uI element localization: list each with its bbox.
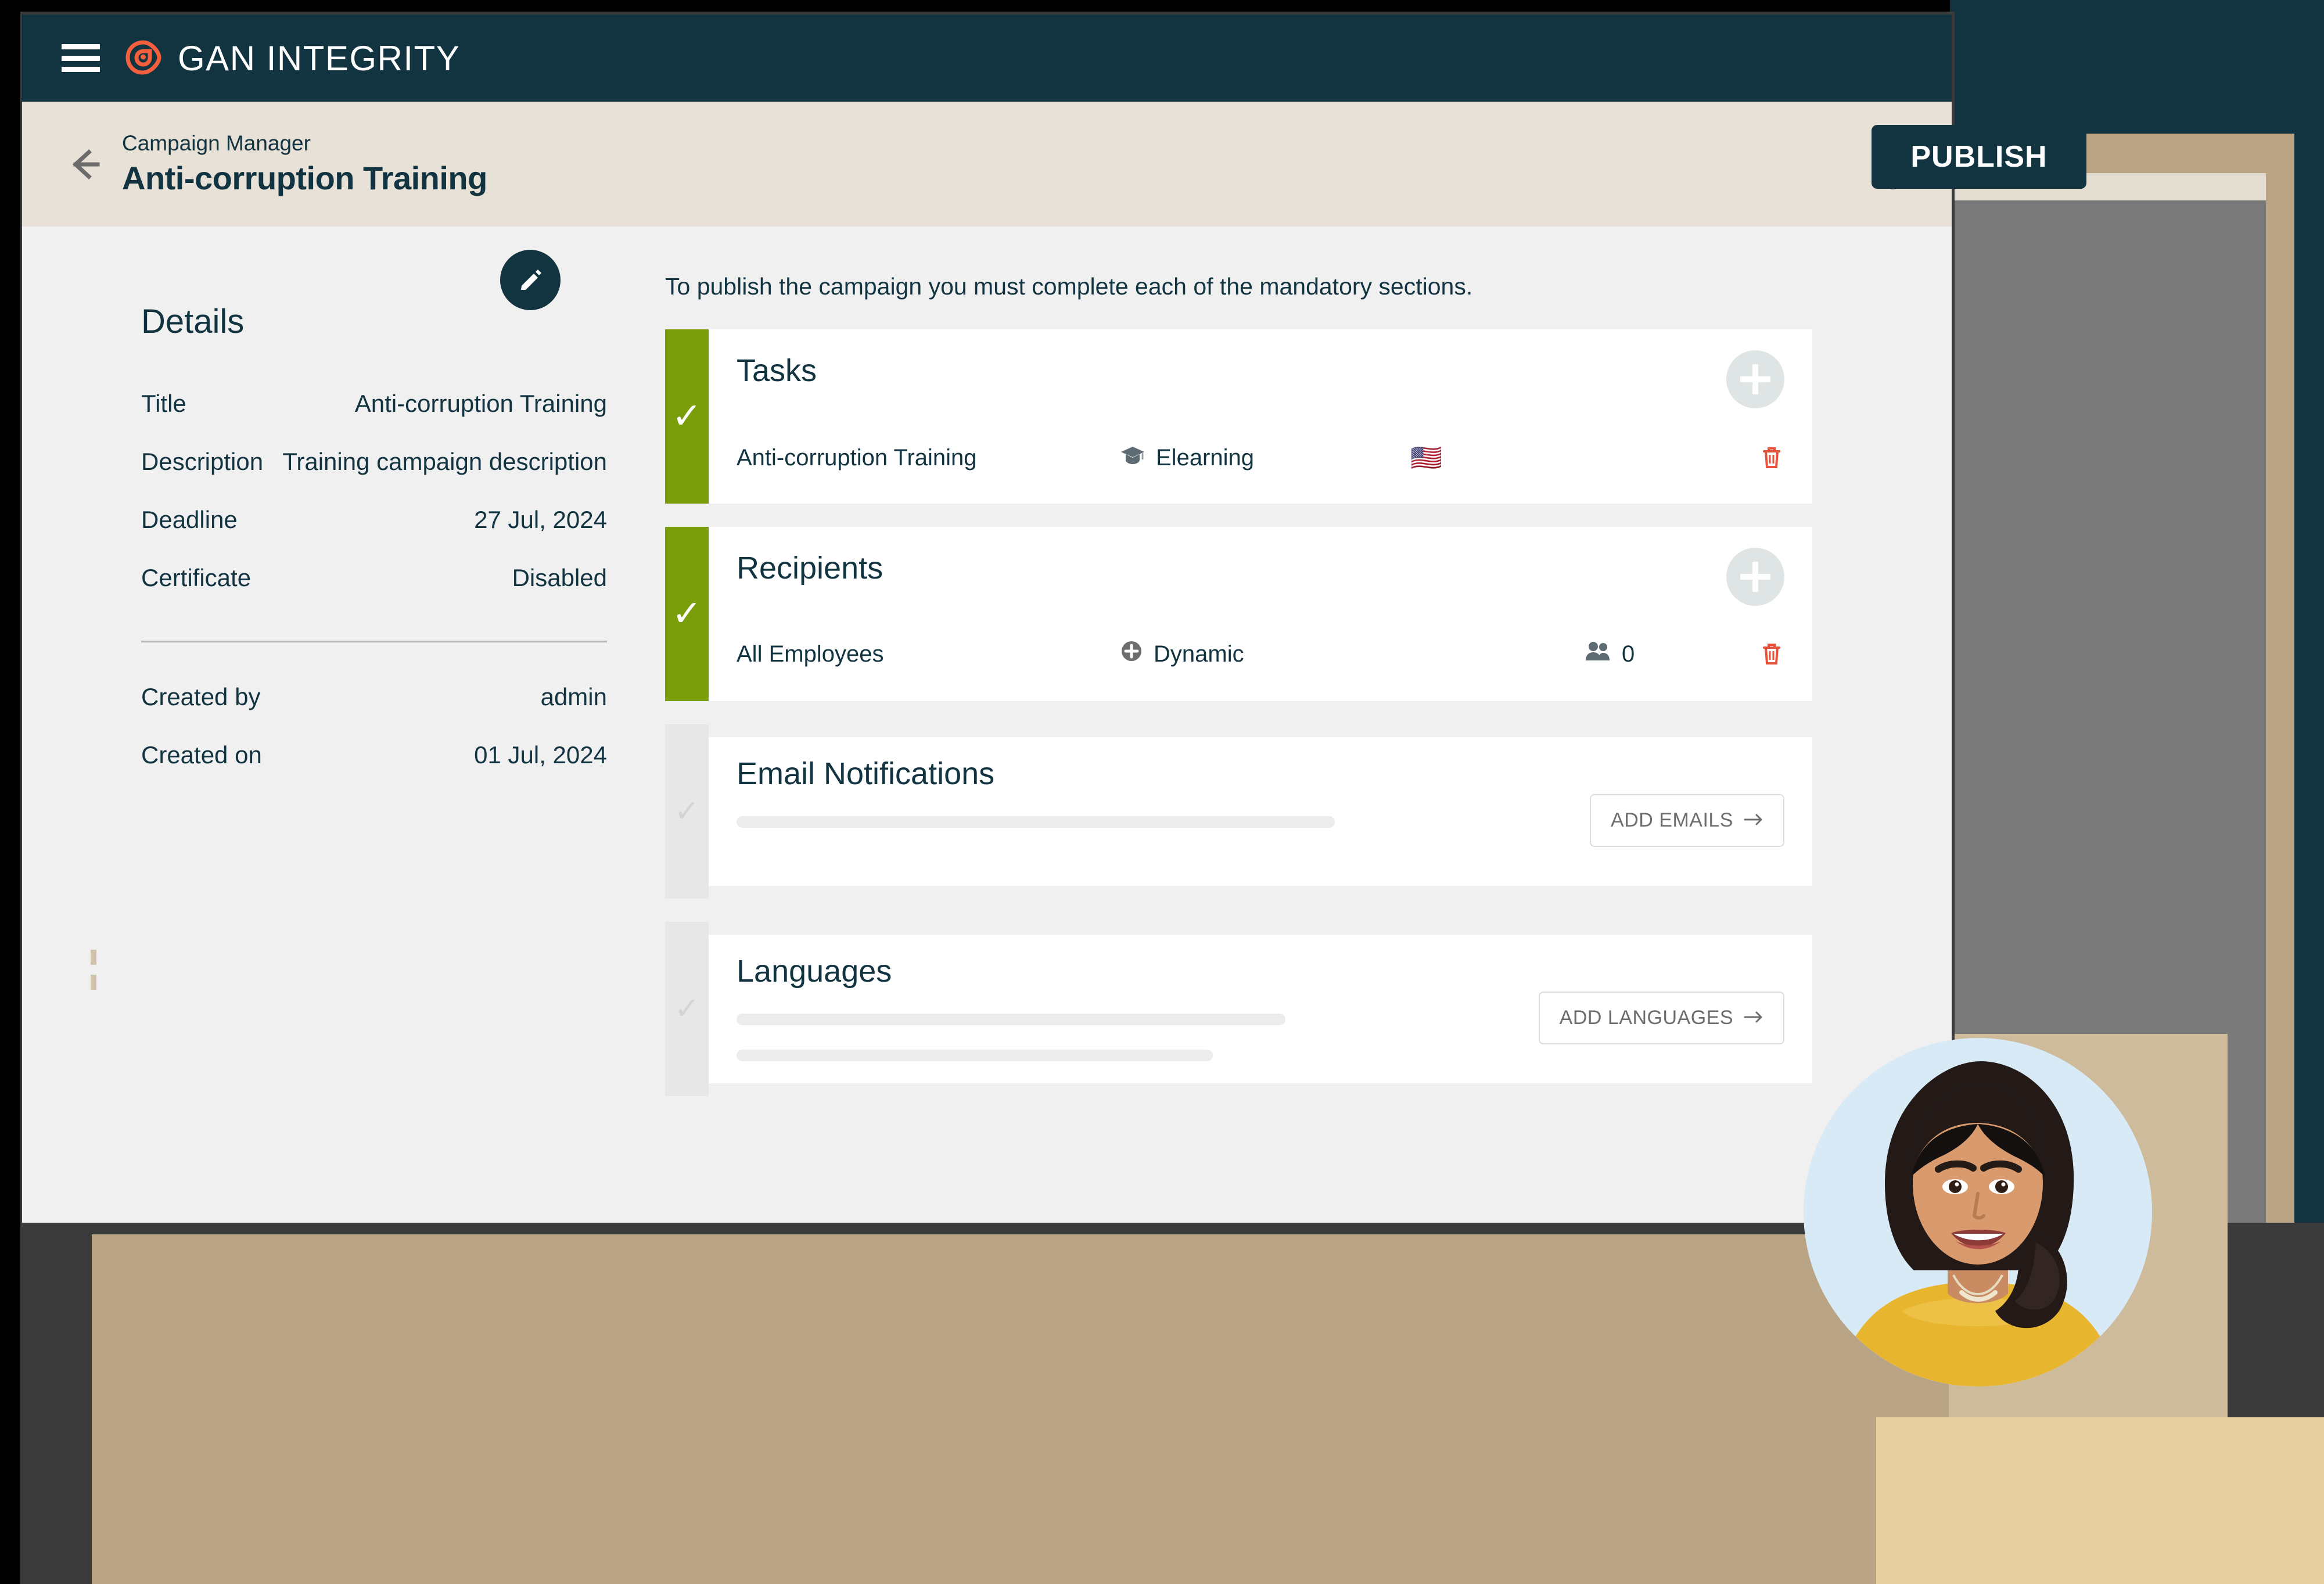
detail-row-certificate: Certificate Disabled	[141, 549, 607, 607]
detail-row-created-on: Created on 01 Jul, 2024	[141, 726, 607, 784]
detail-label: Certificate	[141, 564, 252, 591]
arrow-right-icon	[1744, 1007, 1763, 1029]
detail-value: 27 Jul, 2024	[474, 506, 607, 533]
add-languages-button[interactable]: ADD LANGUAGES	[1538, 992, 1784, 1044]
plus-circle-filled-icon	[1120, 640, 1143, 669]
placeholder-line	[737, 816, 1335, 828]
check-icon: ✓	[674, 795, 700, 828]
section-card-tasks: ✓ Tasks Anti-corruption Training Elearni…	[665, 329, 1812, 504]
recipient-count: 0	[1585, 640, 1759, 669]
section-status-tasks: ✓	[665, 329, 709, 504]
page-header: Campaign Manager Anti-corruption Trainin…	[22, 102, 1952, 227]
section-title: Tasks	[737, 353, 817, 388]
trash-icon	[1763, 447, 1780, 468]
add-emails-label: ADD EMAILS	[1611, 809, 1733, 831]
scroll-tick	[91, 950, 96, 965]
arrow-right-icon	[1744, 809, 1763, 832]
section-body-recipients: Recipients All Employees Dynamic 0	[709, 527, 1812, 701]
header-title-group: Campaign Manager Anti-corruption Trainin…	[122, 131, 487, 197]
brand-name-label: GAN INTEGRITY	[178, 38, 461, 78]
detail-value: 01 Jul, 2024	[474, 741, 607, 768]
task-type: Elearning	[1120, 442, 1410, 473]
details-divider	[141, 641, 607, 642]
section-status-recipients: ✓	[665, 527, 709, 701]
section-body-tasks: Tasks Anti-corruption Training Elearning…	[709, 329, 1812, 504]
detail-row-description: Description Training campaign descriptio…	[141, 433, 607, 491]
detail-row-title: Title Anti-corruption Training	[141, 375, 607, 433]
section-body-languages: Languages ADD LANGUAGES	[709, 935, 1812, 1083]
scroll-tick	[91, 975, 96, 990]
section-body-email-notifications: Email Notifications ADD EMAILS	[709, 737, 1812, 886]
task-name: Anti-corruption Training	[737, 444, 977, 470]
back-arrow-icon[interactable]	[63, 144, 103, 185]
breadcrumb[interactable]: Campaign Manager	[122, 131, 487, 156]
people-icon	[1585, 640, 1611, 669]
add-emails-button[interactable]: ADD EMAILS	[1590, 794, 1784, 847]
publish-button[interactable]: PUBLISH	[1872, 125, 2086, 189]
detail-label: Created by	[141, 683, 261, 710]
placeholder-line	[737, 1050, 1213, 1061]
publish-instruction: To publish the campaign you must complet…	[665, 273, 1473, 300]
table-row: Anti-corruption Training Elearning 🇺🇸	[737, 442, 1784, 497]
section-title: Recipients	[737, 551, 883, 586]
detail-value: Anti-corruption Training	[354, 390, 607, 417]
section-card-recipients: ✓ Recipients All Employees Dynamic 0	[665, 527, 1812, 701]
section-status-email-notifications: ✓	[665, 724, 709, 899]
top-navigation-bar: GAN INTEGRITY	[22, 15, 1952, 102]
page-title: Anti-corruption Training	[122, 160, 487, 196]
section-status-languages: ✓	[665, 922, 709, 1096]
gan-integrity-logo-icon	[124, 39, 163, 77]
decorative-tan-panel-bottom	[92, 1234, 2067, 1584]
check-icon: ✓	[671, 594, 702, 634]
hamburger-menu-icon[interactable]	[62, 44, 100, 72]
detail-label: Created on	[141, 741, 262, 768]
delete-recipient-button[interactable]	[1759, 641, 1784, 668]
task-type-label: Elearning	[1156, 444, 1255, 470]
detail-value: admin	[540, 683, 607, 710]
detail-row-created-by: Created by admin	[141, 668, 607, 726]
check-icon: ✓	[671, 396, 702, 436]
edit-details-button[interactable]	[500, 250, 561, 310]
detail-value: Training campaign description	[282, 448, 607, 475]
detail-label: Deadline	[141, 506, 238, 533]
add-task-button[interactable]	[1726, 350, 1784, 408]
detail-label: Title	[141, 390, 186, 417]
recipient-type-label: Dynamic	[1154, 641, 1244, 667]
decorative-tan-block-lower-right	[1876, 1417, 2324, 1584]
section-card-languages: ✓ Languages ADD LANGUAGES	[665, 922, 1812, 1096]
detail-row-deadline: Deadline 27 Jul, 2024	[141, 491, 607, 549]
details-panel: Details Title Anti-corruption Training D…	[22, 227, 665, 1223]
table-row: All Employees Dynamic 0	[737, 640, 1784, 692]
smiling-woman-portrait	[1804, 1038, 2152, 1387]
add-languages-label: ADD LANGUAGES	[1559, 1007, 1733, 1029]
task-language-flag: 🇺🇸	[1410, 444, 1442, 472]
section-title: Languages	[737, 954, 892, 989]
graduation-cap-icon	[1120, 442, 1145, 473]
main-content: Details Title Anti-corruption Training D…	[22, 227, 1952, 1223]
application-window: GAN INTEGRITY Campaign Manager Anti-corr…	[22, 15, 1952, 1223]
recipient-count-label: 0	[1622, 641, 1635, 667]
check-icon: ✓	[674, 992, 700, 1026]
publish-checklist-panel: To publish the campaign you must complet…	[665, 227, 1952, 1223]
section-card-email-notifications: ✓ Email Notifications ADD EMAILS	[665, 724, 1812, 899]
recipient-type: Dynamic	[1120, 640, 1410, 669]
pencil-edit-icon	[521, 270, 541, 290]
section-title: Email Notifications	[737, 756, 995, 791]
brand-logo[interactable]: GAN INTEGRITY	[124, 38, 460, 78]
delete-task-button[interactable]	[1759, 444, 1784, 472]
recipient-name: All Employees	[737, 641, 884, 667]
detail-value: Disabled	[512, 564, 607, 591]
trash-icon	[1763, 643, 1780, 665]
placeholder-line	[737, 1014, 1285, 1025]
add-recipient-button[interactable]	[1726, 548, 1784, 606]
screenshot-stage: GAN INTEGRITY Campaign Manager Anti-corr…	[0, 0, 2324, 1584]
detail-label: Description	[141, 448, 264, 475]
